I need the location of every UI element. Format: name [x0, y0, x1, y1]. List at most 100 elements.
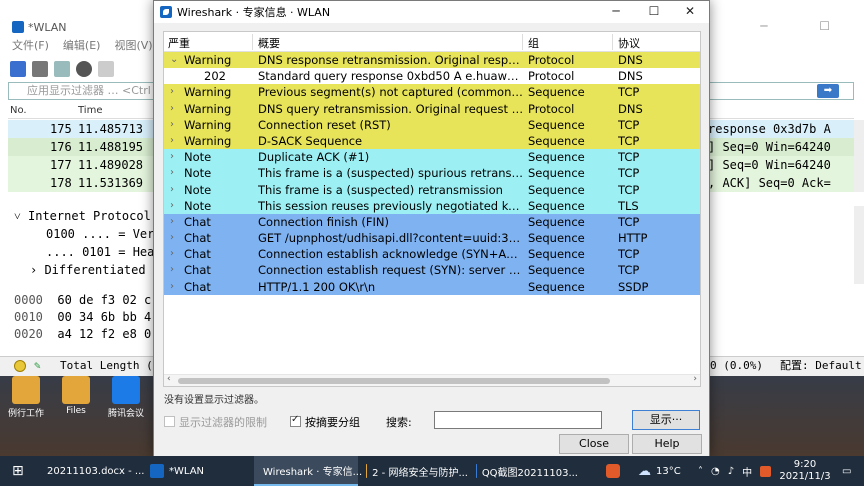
edit-comment-icon[interactable]: ✎ — [34, 357, 41, 375]
limit-to-filter-checkbox[interactable] — [164, 416, 175, 427]
tree-expander-icon[interactable]: › — [170, 101, 180, 117]
taskbar-item-wlan[interactable]: *WLAN — [146, 456, 250, 486]
row-group: Sequence — [528, 198, 585, 213]
search-input[interactable] — [434, 411, 602, 429]
tree-expander-icon[interactable]: › — [170, 182, 180, 198]
desktop-icon-tencent-meeting[interactable]: 腾讯会议 — [102, 376, 150, 419]
system-tray: ˄ ◔ ♪ 中 — [698, 456, 772, 486]
wifi-icon[interactable]: ◔ — [711, 466, 720, 477]
desktop-icon-files[interactable]: Files — [52, 376, 100, 416]
chevron-up-icon[interactable]: ˄ — [698, 466, 703, 477]
column-no[interactable]: No. — [10, 105, 27, 116]
row-severity: Warning — [184, 133, 232, 148]
column-protocol[interactable]: 协议 — [618, 35, 640, 51]
clock-date: 2021/11/3 — [779, 471, 831, 482]
tree-group-row[interactable]: › Chat HTTP/1.1 200 OK\r\n Sequence SSDP — [164, 278, 700, 295]
tray-app-icon[interactable] — [606, 456, 620, 486]
desktop-icon-routine[interactable]: 例行工作 — [2, 376, 50, 419]
open-icon[interactable] — [98, 61, 114, 77]
tree-expander-icon[interactable]: › — [170, 214, 180, 230]
tree-group-row[interactable]: › Chat Connection establish acknowledge (S… — [164, 246, 700, 263]
tree-group-row[interactable]: ⌄ Warning DNS response retransmission. Ori… — [164, 52, 700, 69]
maximize-icon[interactable]: ☐ — [639, 4, 669, 18]
menu-edit[interactable]: 编辑(E) — [63, 37, 101, 57]
column-group[interactable]: 组 — [528, 35, 539, 51]
packet-list-scrollbar[interactable] — [854, 120, 864, 192]
column-summary[interactable]: 概要 — [258, 35, 280, 51]
taskbar-item-screenshot[interactable]: QQ截图20211103... — [472, 456, 578, 486]
tree-expander-icon[interactable]: › — [170, 149, 180, 165]
tree-group-row[interactable]: › Warning Previous segment(s) not captured… — [164, 84, 700, 101]
ime-indicator[interactable]: 中 — [742, 464, 752, 479]
tree-expander-icon[interactable]: › — [170, 198, 180, 214]
show-button[interactable]: 显示··· — [632, 410, 700, 430]
tree-group-row[interactable]: › Warning DNS query retransmission. Origin… — [164, 100, 700, 117]
tree-expander-icon[interactable]: › — [170, 84, 180, 100]
restart-icon[interactable] — [54, 61, 70, 77]
packet-no: 178 — [50, 176, 72, 190]
row-severity: Note — [184, 198, 212, 213]
tree-group-row[interactable]: › Note Duplicate ACK (#1) Sequence TCP — [164, 149, 700, 166]
wireshark-icon — [160, 6, 172, 18]
tree-group-row[interactable]: › Warning D-SACK Sequence Sequence TCP — [164, 132, 700, 150]
details-scrollbar[interactable] — [854, 206, 864, 284]
detail-line[interactable]: .... 0101 = Hea — [46, 245, 154, 259]
row-protocol: HTTP — [618, 231, 648, 246]
row-protocol: TCP — [618, 150, 640, 165]
tree-group-row[interactable]: › Chat Connection finish (FIN) Sequence TCP — [164, 213, 700, 231]
detail-line[interactable]: › Differentiated — [30, 263, 146, 277]
help-button[interactable]: Help — [632, 434, 702, 454]
tree-expander-icon[interactable]: › — [170, 246, 180, 262]
tree-expander-icon[interactable]: › — [170, 165, 180, 181]
tree-group-row[interactable]: › Note This frame is a (suspected) retrans… — [164, 181, 700, 198]
close-icon[interactable]: ✕ — [675, 4, 705, 18]
apply-filter-arrow-icon[interactable]: ➡ — [817, 84, 839, 98]
taskbar-item-folder[interactable]: 2 - 网络安全与防护... — [362, 456, 468, 486]
taskbar-item-word[interactable]: 20211103.docx - ... — [38, 456, 144, 486]
options-icon[interactable] — [76, 61, 92, 77]
shark-fin-start-icon[interactable] — [10, 61, 26, 77]
close-button[interactable]: Close — [559, 434, 629, 454]
scroll-left-icon[interactable]: ‹ — [167, 374, 171, 384]
tree-group-row[interactable]: › Note This frame is a (suspected) spuriou… — [164, 165, 700, 182]
tree-expander-icon[interactable]: ⌄ — [170, 52, 180, 68]
stop-icon[interactable] — [32, 61, 48, 77]
scroll-right-icon[interactable]: › — [693, 374, 697, 384]
volume-icon[interactable]: ♪ — [728, 466, 734, 477]
column-severity[interactable]: 严重 — [168, 35, 190, 51]
tree-expander-icon[interactable]: › — [170, 133, 180, 149]
tree-horizontal-scrollbar[interactable]: ‹ › — [164, 374, 700, 386]
limit-to-filter-option[interactable]: 显示过滤器的限制 — [164, 414, 267, 430]
tree-group-row[interactable]: › Chat Connection establish request (SYN):… — [164, 262, 700, 279]
expert-info-indicator-icon[interactable] — [14, 360, 26, 372]
scroll-thumb[interactable] — [178, 378, 610, 384]
input-method-icon[interactable] — [760, 465, 772, 477]
row-summary: This session reuses previously negotiate… — [258, 198, 524, 213]
tree-group-row[interactable]: › Note This session reuses previously nego… — [164, 197, 700, 214]
start-button[interactable]: ⊞ — [12, 456, 24, 486]
hex-line: 0000 60 de f3 02 c — [14, 293, 152, 307]
detail-line[interactable]: 0100 .... = Ver — [46, 227, 154, 241]
weather-widget[interactable]: ☁ 13°C — [638, 456, 681, 486]
detail-line[interactable]: ˅ Internet Protocol — [14, 209, 151, 224]
menu-view[interactable]: 视图(V) — [114, 37, 152, 57]
menu-file[interactable]: 文件(F) — [12, 37, 49, 57]
expert-info-tree[interactable]: 严重 概要 组 协议 ⌄ Warning DNS response retransm… — [163, 31, 701, 387]
taskbar-item-expert-info[interactable]: Wireshark · 专家信... — [254, 456, 362, 486]
tree-expander-icon[interactable]: › — [170, 230, 180, 246]
tree-expander-icon[interactable]: › — [170, 279, 180, 295]
tree-child-row[interactable]: 202 Standard query response 0xbd50 A e.hu… — [164, 68, 700, 85]
tree-group-row[interactable]: › Chat GET /upnphost/udhisapi.dll?content=… — [164, 230, 700, 247]
tencent-meeting-icon — [112, 376, 140, 404]
tree-expander-icon[interactable]: › — [170, 262, 180, 278]
minimize-icon[interactable]: ─ — [601, 4, 631, 18]
clock[interactable]: 9:20 2021/11/3 — [778, 456, 832, 486]
tree-group-row[interactable]: › Warning Connection reset (RST) Sequence TC… — [164, 116, 700, 133]
group-by-summary-option[interactable]: 按摘要分组 — [290, 414, 360, 430]
group-by-summary-checkbox[interactable] — [290, 414, 301, 427]
window-controls[interactable]: ─ ☐ — [760, 19, 854, 33]
notifications-button[interactable]: ▭ — [842, 456, 851, 486]
status-profile[interactable]: 配置: Default — [780, 357, 862, 375]
tree-expander-icon[interactable]: › — [170, 117, 180, 133]
column-time[interactable]: Time — [78, 105, 102, 116]
